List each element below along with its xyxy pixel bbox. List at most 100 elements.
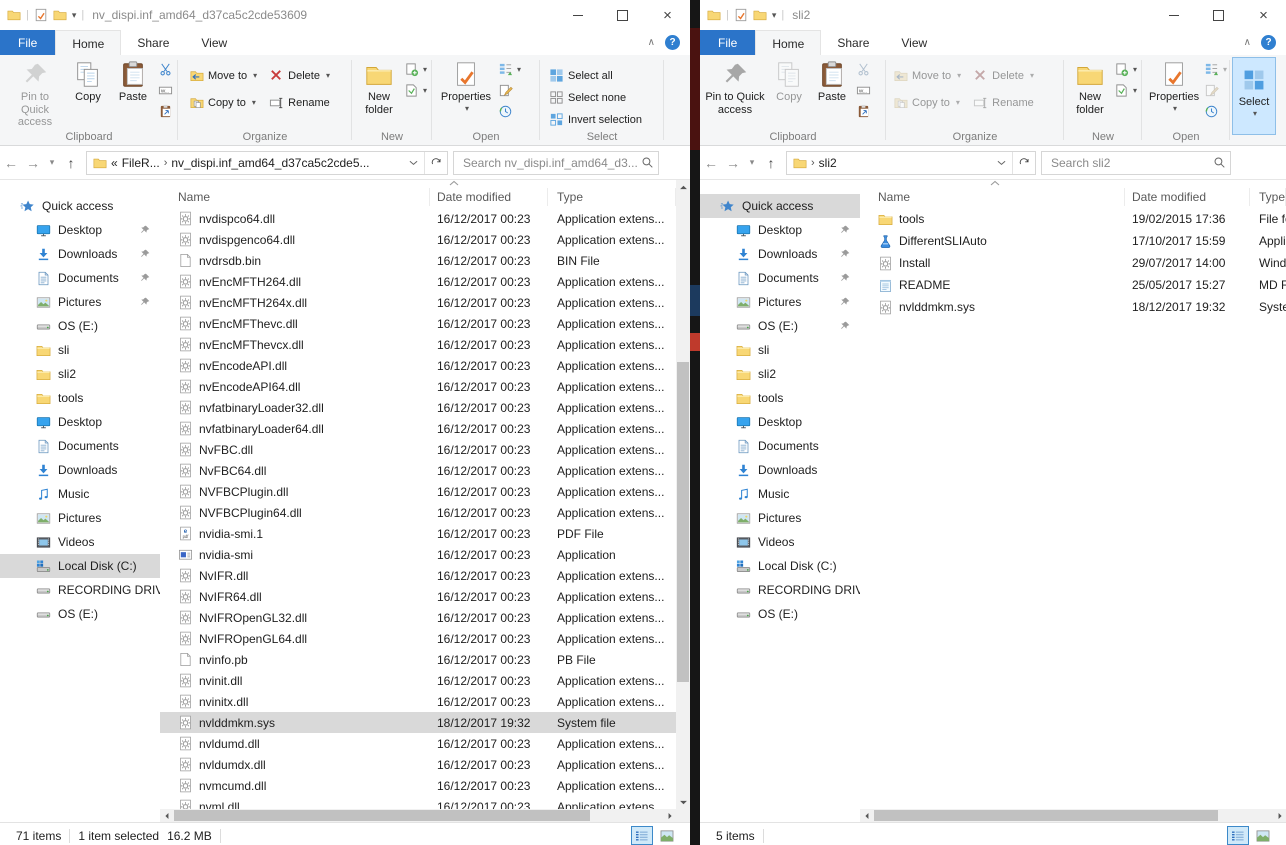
file-row[interactable]: nvidia-smi16/12/2017 00:23Application	[160, 544, 676, 565]
delete-button[interactable]: Delete▾	[266, 65, 333, 86]
file-row[interactable]: nvEncMFThevcx.dll16/12/2017 00:23Applica…	[160, 334, 676, 355]
easy-access-button[interactable]: ▾	[1112, 81, 1139, 100]
file-row[interactable]: nvdispgenco64.dll16/12/2017 00:23Applica…	[160, 229, 676, 250]
properties-button[interactable]: Properties ▾	[436, 58, 496, 114]
minimize-button[interactable]	[555, 0, 600, 30]
thumbnails-view-button[interactable]	[1252, 826, 1274, 845]
collapse-ribbon-icon[interactable]: ∧	[1244, 37, 1251, 48]
paste-button[interactable]: Paste	[110, 58, 156, 105]
move-to-button[interactable]: Move to▾	[186, 65, 260, 86]
sidebar-item-os-e[interactable]: OS (E:)	[0, 602, 160, 626]
file-row[interactable]: nvEncMFTH264.dll16/12/2017 00:23Applicat…	[160, 271, 676, 292]
new-folder-button[interactable]: New folder	[1068, 58, 1112, 117]
pin-to-quick-access-button[interactable]: Pin to Quick access	[4, 58, 66, 130]
pin-to-quick-access-button[interactable]: Pin to Quick access	[702, 58, 768, 117]
new-item-button[interactable]: ▾	[402, 60, 429, 79]
paste-shortcut-button[interactable]	[156, 102, 175, 121]
tab-share[interactable]: Share	[821, 30, 885, 55]
file-row[interactable]: DifferentSLIAuto17/10/2017 15:59Applic	[860, 230, 1286, 252]
sidebar-item-music[interactable]: Music	[700, 482, 860, 506]
sidebar-item-sli2[interactable]: sli2	[700, 362, 860, 386]
copy-button[interactable]: Copy	[768, 58, 810, 105]
properties-qat-icon[interactable]	[734, 8, 748, 22]
search-input[interactable]	[1049, 155, 1213, 171]
folder-icon[interactable]	[53, 8, 67, 22]
file-row[interactable]: NvFBC.dll16/12/2017 00:23Application ext…	[160, 439, 676, 460]
copy-button[interactable]: Copy	[66, 58, 110, 105]
file-row[interactable]: nvEncMFThevc.dll16/12/2017 00:23Applicat…	[160, 313, 676, 334]
sidebar-item-music[interactable]: Music	[0, 482, 160, 506]
file-row[interactable]: tools19/02/2015 17:36File fo	[860, 208, 1286, 230]
file-row[interactable]: NvIFR.dll16/12/2017 00:23Application ext…	[160, 565, 676, 586]
file-row[interactable]: nvmcumd.dll16/12/2017 00:23Application e…	[160, 775, 676, 796]
sidebar-item-quick-access[interactable]: Quick access	[0, 194, 160, 218]
up-button[interactable]: ↑	[760, 155, 782, 171]
column-header-type[interactable]: Type	[548, 188, 676, 206]
address-box[interactable]: « FileR... › nv_dispi.inf_amd64_d37ca5c2…	[86, 151, 448, 175]
folder-icon[interactable]	[753, 8, 767, 22]
recent-locations-icon[interactable]: ▾	[44, 157, 60, 168]
file-row[interactable]: nvfatbinaryLoader64.dll16/12/2017 00:23A…	[160, 418, 676, 439]
file-row[interactable]: nvinitx.dll16/12/2017 00:23Application e…	[160, 691, 676, 712]
sidebar-item-downloads[interactable]: Downloads	[700, 242, 860, 266]
details-view-button[interactable]	[1227, 826, 1249, 845]
file-row[interactable]: nvldumdx.dll16/12/2017 00:23Application …	[160, 754, 676, 775]
horizontal-scrollbar[interactable]	[160, 809, 676, 822]
select-none-button[interactable]: Select none	[546, 87, 645, 108]
new-folder-button[interactable]: New folder	[356, 58, 402, 117]
sidebar-item-os-e[interactable]: OS (E:)	[700, 602, 860, 626]
address-box[interactable]: › sli2	[786, 151, 1036, 175]
file-row[interactable]: NVFBCPlugin.dll16/12/2017 00:23Applicati…	[160, 481, 676, 502]
sidebar-item-pictures[interactable]: Pictures	[0, 290, 160, 314]
sidebar-item-desktop[interactable]: Desktop	[700, 410, 860, 434]
paste-shortcut-button[interactable]	[854, 102, 873, 121]
open-item-button[interactable]: ▾	[496, 60, 523, 79]
address-dropdown-icon[interactable]	[990, 152, 1012, 174]
copy-to-button[interactable]: Copy to▾	[186, 92, 260, 113]
details-view-button[interactable]	[631, 826, 653, 845]
file-row[interactable]: nvldumd.dll16/12/2017 00:23Application e…	[160, 733, 676, 754]
tab-share[interactable]: Share	[121, 30, 185, 55]
file-row[interactable]: nvEncodeAPI.dll16/12/2017 00:23Applicati…	[160, 355, 676, 376]
thumbnails-view-button[interactable]	[656, 826, 678, 845]
sidebar-item-recording-drive[interactable]: RECORDING DRIVE	[700, 578, 860, 602]
sidebar-item-documents[interactable]: Documents	[700, 266, 860, 290]
edit-button[interactable]	[496, 81, 523, 100]
cut-button[interactable]	[854, 60, 873, 79]
copy-to-button[interactable]: Copy to▾	[890, 92, 964, 113]
collapse-ribbon-icon[interactable]: ∧	[648, 37, 655, 48]
file-row[interactable]: Install29/07/2017 14:00Windo	[860, 252, 1286, 274]
file-row[interactable]: nvml.dll16/12/2017 00:23Application exte…	[160, 796, 676, 809]
file-row[interactable]: NvIFROpenGL64.dll16/12/2017 00:23Applica…	[160, 628, 676, 649]
sidebar-item-documents[interactable]: Documents	[700, 434, 860, 458]
breadcrumb-segment[interactable]: nv_dispi.inf_amd64_d37ca5c2cde5...	[171, 156, 369, 170]
scroll-left-icon[interactable]	[860, 809, 873, 822]
file-row[interactable]: nvinfo.pb16/12/2017 00:23PB File	[160, 649, 676, 670]
search-icon[interactable]	[1213, 156, 1226, 169]
scrollbar-thumb[interactable]	[677, 362, 689, 682]
scroll-up-icon[interactable]	[676, 180, 690, 194]
sidebar-item-os-e[interactable]: OS (E:)	[700, 314, 860, 338]
sidebar-item-pictures[interactable]: Pictures	[700, 506, 860, 530]
rename-button[interactable]: Rename	[266, 92, 333, 113]
tab-file[interactable]: File	[0, 30, 55, 55]
column-header-name[interactable]: Name	[860, 188, 1125, 206]
file-row[interactable]: nvfatbinaryLoader32.dll16/12/2017 00:23A…	[160, 397, 676, 418]
easy-access-button[interactable]: ▾	[402, 81, 429, 100]
breadcrumb-segment[interactable]: sli2	[819, 156, 837, 170]
sidebar-item-sli[interactable]: sli	[700, 338, 860, 362]
tab-view[interactable]: View	[885, 30, 943, 55]
breadcrumb-segment[interactable]: FileR...	[122, 156, 160, 170]
sort-ascending-icon[interactable]	[449, 180, 459, 186]
column-header-date-modified[interactable]: Date modified	[430, 188, 548, 206]
recent-locations-icon[interactable]: ▾	[744, 157, 760, 168]
properties-qat-icon[interactable]	[34, 8, 48, 22]
file-row[interactable]: nvlddmkm.sys18/12/2017 19:32System	[860, 296, 1286, 318]
tab-home[interactable]: Home	[55, 30, 121, 55]
horizontal-scrollbar[interactable]	[860, 809, 1286, 822]
back-button[interactable]: ←	[700, 155, 722, 171]
tab-view[interactable]: View	[185, 30, 243, 55]
sidebar-item-local-disk-c[interactable]: Local Disk (C:)	[0, 554, 160, 578]
sidebar-item-sli[interactable]: sli	[0, 338, 160, 362]
sidebar-item-os-e[interactable]: OS (E:)	[0, 314, 160, 338]
